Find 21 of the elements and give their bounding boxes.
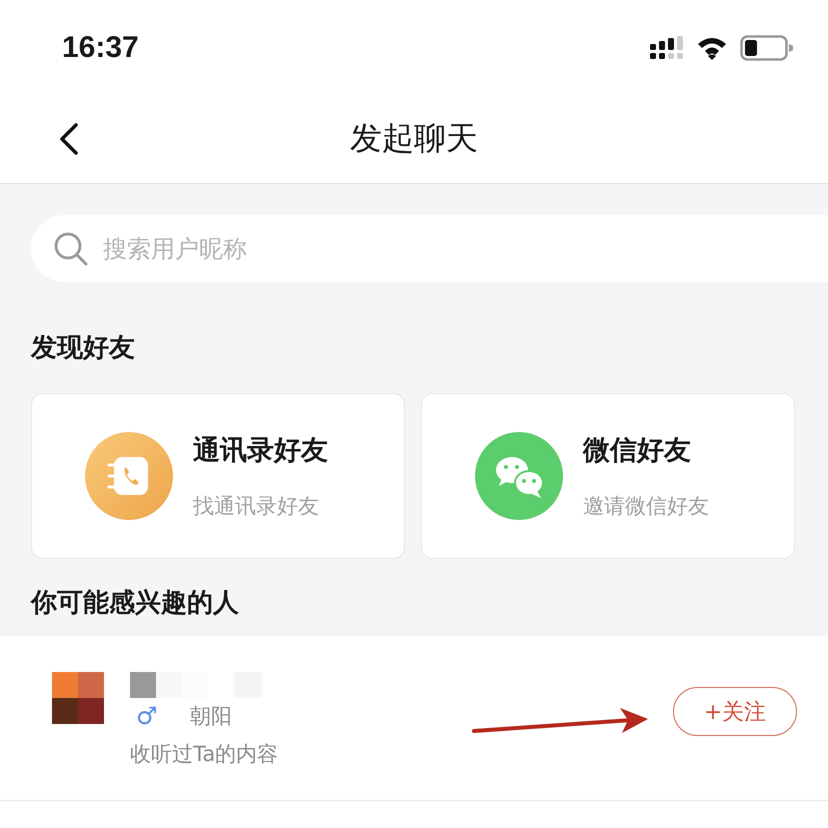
location-text: 朝阳 [190, 703, 232, 730]
chat-bubbles-icon [475, 432, 563, 520]
friend-card[interactable]: 通讯录好友 找通讯录好友 [31, 393, 405, 559]
page-title: 发起聊天 [350, 118, 478, 159]
note-text: 收听过Ta的内容 [130, 741, 280, 768]
section-title: 你可能感兴趣的人 [31, 587, 240, 620]
contact-book-icon [85, 432, 173, 520]
signal-icon [650, 36, 684, 60]
gender-symbol: ♂ [136, 702, 159, 730]
friend-card[interactable]: 微信好友 邀请微信好友 [421, 393, 795, 559]
wifi-icon [696, 36, 728, 60]
follow-button[interactable]: +关注 [673, 687, 797, 736]
back-icon[interactable] [58, 122, 80, 156]
battery-icon [740, 34, 794, 60]
section-title: 发现好友 [31, 332, 136, 365]
card-subtitle: 找通讯录好友 [193, 493, 320, 520]
search-field[interactable]: 搜索用户昵称 [31, 215, 828, 282]
card-subtitle: 邀请微信好友 [583, 493, 709, 520]
status-time: 16:37 [62, 30, 139, 64]
card-title: 微信好友 [583, 434, 692, 468]
card-title: 通讯录好友 [193, 434, 328, 468]
